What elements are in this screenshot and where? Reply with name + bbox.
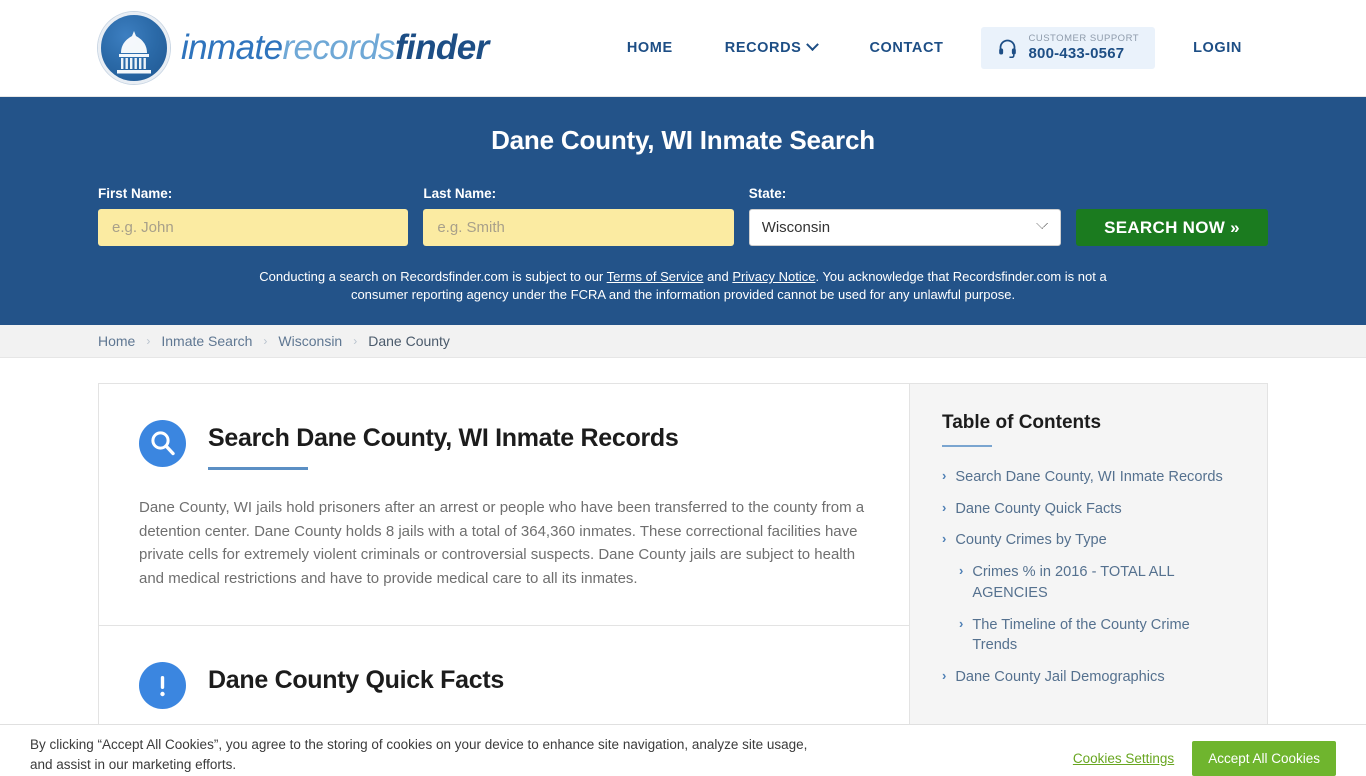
nav-item-home[interactable]: HOME	[601, 30, 699, 66]
nav-item-home-label: HOME	[627, 40, 673, 56]
chevron-right-icon: ›	[942, 499, 946, 518]
breadcrumb-item-home[interactable]: Home	[98, 333, 135, 349]
title-underline	[208, 467, 308, 470]
toc-link[interactable]: The Timeline of the County Crime Trends	[972, 615, 1237, 656]
section-title-wrap: Search Dane County, WI Inmate Records	[208, 420, 679, 470]
nav-item-login[interactable]: LOGIN	[1167, 30, 1268, 66]
nav-item-contact[interactable]: CONTACT	[843, 30, 969, 66]
toc-title: Table of Contents	[942, 412, 1237, 434]
exclamation-glyph	[139, 662, 186, 709]
toc-link[interactable]: County Crimes by Type	[955, 530, 1106, 551]
section-search-records: Search Dane County, WI Inmate Records Da…	[99, 384, 909, 626]
support-phone: 800-433-0567	[1028, 45, 1139, 62]
logo-text-records: records	[282, 28, 395, 67]
alert-circle-icon	[139, 662, 186, 709]
capitol-dome-glyph	[113, 31, 155, 77]
capitol-dome-icon	[98, 12, 170, 84]
support-label: CUSTOMER SUPPORT	[1028, 34, 1139, 45]
disclaimer-part1: Conducting a search on Recordsfinder.com…	[259, 269, 606, 284]
first-name-field-group: First Name:	[98, 186, 408, 246]
nav-item-records-label: RECORDS	[725, 40, 802, 56]
chevron-down-icon	[807, 39, 820, 52]
chevron-right-icon: ›	[959, 562, 963, 581]
breadcrumb: Home › Inmate Search › Wisconsin › Dane …	[98, 333, 450, 349]
chevron-right-icon: ›	[942, 667, 946, 686]
customer-support-button[interactable]: CUSTOMER SUPPORT 800-433-0567	[981, 27, 1155, 69]
toc-item-crime-trends-timeline[interactable]: › The Timeline of the County Crime Trend…	[942, 615, 1237, 656]
search-now-button[interactable]: SEARCH NOW »	[1076, 209, 1268, 246]
breadcrumb-item-inmate-search[interactable]: Inmate Search	[161, 333, 252, 349]
terms-of-service-link[interactable]: Terms of Service	[607, 269, 704, 284]
state-select[interactable]: Wisconsin	[749, 209, 1061, 246]
last-name-label: Last Name:	[423, 186, 733, 201]
hero-search-banner: Dane County, WI Inmate Search First Name…	[0, 97, 1366, 325]
inmate-search-form: First Name: Last Name: State: Wisconsin …	[98, 186, 1268, 246]
accept-all-cookies-button[interactable]: Accept All Cookies	[1192, 741, 1336, 776]
logo-text: inmaterecordsfinder	[181, 28, 489, 68]
breadcrumb-bar: Home › Inmate Search › Wisconsin › Dane …	[0, 325, 1366, 358]
toc-link[interactable]: Crimes % in 2016 - TOTAL ALL AGENCIES	[972, 562, 1237, 603]
toc-item-crimes-percent-2016[interactable]: › Crimes % in 2016 - TOTAL ALL AGENCIES	[942, 562, 1237, 603]
breadcrumb-item-dane-county: Dane County	[368, 333, 450, 349]
toc-link[interactable]: Dane County Quick Facts	[955, 499, 1121, 520]
nav-item-records[interactable]: RECORDS	[699, 30, 844, 66]
toc-link[interactable]: Search Dane County, WI Inmate Records	[955, 467, 1222, 488]
chevron-right-icon: ›	[959, 615, 963, 634]
chevron-right-icon: ›	[942, 530, 946, 549]
nav-item-contact-label: CONTACT	[869, 40, 943, 56]
first-name-input[interactable]	[98, 209, 408, 246]
main-content: Search Dane County, WI Inmate Records Da…	[98, 383, 910, 744]
search-circle-icon	[139, 420, 186, 467]
first-name-label: First Name:	[98, 186, 408, 201]
chevron-right-icon: ›	[942, 467, 946, 486]
breadcrumb-item-wisconsin[interactable]: Wisconsin	[278, 333, 342, 349]
section-body-text: Dane County, WI jails hold prisoners aft…	[139, 496, 869, 591]
breadcrumb-separator-icon: ›	[353, 334, 357, 348]
search-disclaimer: Conducting a search on Recordsfinder.com…	[253, 268, 1113, 305]
nav-item-login-label: LOGIN	[1193, 40, 1242, 56]
main-navigation: HOME RECORDS CONTACT CUSTOMER SUPPORT 80…	[601, 27, 1268, 69]
breadcrumb-separator-icon: ›	[146, 334, 150, 348]
section-title-wrap: Dane County Quick Facts	[208, 662, 504, 695]
magnifier-glyph	[139, 420, 186, 467]
logo-text-finder: finder	[395, 28, 489, 67]
page-title: Dane County, WI Inmate Search	[98, 125, 1268, 156]
cookies-settings-link[interactable]: Cookies Settings	[1073, 751, 1174, 766]
table-of-contents: Table of Contents › Search Dane County, …	[910, 383, 1268, 728]
page-body: Search Dane County, WI Inmate Records Da…	[0, 358, 1366, 744]
breadcrumb-separator-icon: ›	[263, 334, 267, 348]
last-name-field-group: Last Name:	[423, 186, 733, 246]
section-header: Dane County Quick Facts	[139, 662, 869, 709]
disclaimer-part2: and	[703, 269, 732, 284]
toc-item-jail-demographics[interactable]: › Dane County Jail Demographics	[942, 667, 1237, 688]
site-header: inmaterecordsfinder HOME RECORDS CONTACT…	[0, 0, 1366, 97]
privacy-notice-link[interactable]: Privacy Notice	[732, 269, 815, 284]
cookie-consent-banner: By clicking “Accept All Cookies”, you ag…	[0, 724, 1366, 768]
toc-link[interactable]: Dane County Jail Demographics	[955, 667, 1164, 688]
section-header: Search Dane County, WI Inmate Records	[139, 420, 869, 470]
toc-item-search-records[interactable]: › Search Dane County, WI Inmate Records	[942, 467, 1237, 488]
section-title: Dane County Quick Facts	[208, 666, 504, 695]
toc-underline	[942, 445, 992, 447]
logo-text-inmate: inmate	[181, 28, 282, 67]
headset-icon	[997, 37, 1018, 58]
toc-item-crimes-by-type[interactable]: › County Crimes by Type	[942, 530, 1237, 551]
state-label: State:	[749, 186, 1061, 201]
cookie-banner-actions: Cookies Settings Accept All Cookies	[1073, 735, 1336, 776]
toc-item-quick-facts[interactable]: › Dane County Quick Facts	[942, 499, 1237, 520]
last-name-input[interactable]	[423, 209, 733, 246]
site-logo[interactable]: inmaterecordsfinder	[98, 12, 489, 84]
section-title: Search Dane County, WI Inmate Records	[208, 424, 679, 453]
toc-list: › Search Dane County, WI Inmate Records …	[942, 467, 1237, 688]
cookie-banner-text: By clicking “Accept All Cookies”, you ag…	[30, 735, 830, 776]
state-field-group: State: Wisconsin	[749, 186, 1061, 246]
